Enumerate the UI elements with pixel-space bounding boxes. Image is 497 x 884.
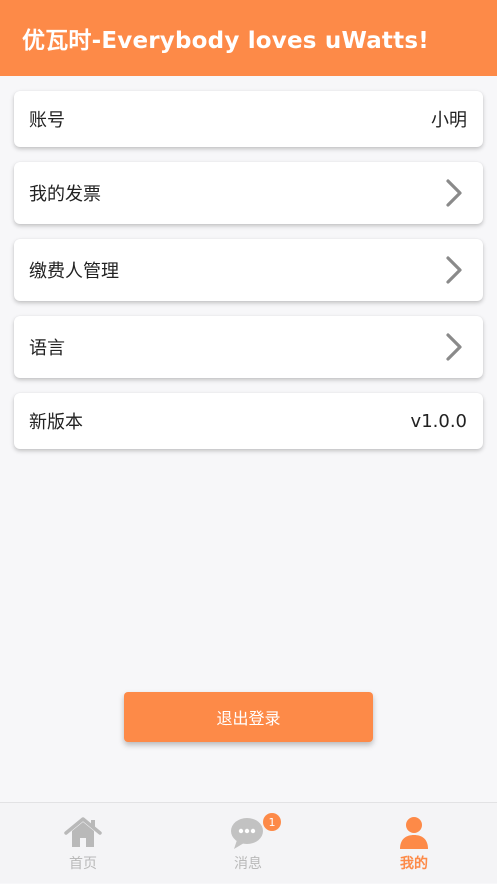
logout-button[interactable]: 退出登录 (124, 692, 373, 742)
unread-badge: 1 (263, 813, 281, 831)
language-label: 语言 (29, 338, 65, 359)
chevron-right-icon (441, 177, 467, 209)
version-label: 新版本 (29, 412, 83, 433)
tab-messages-label: 消息 (234, 856, 262, 872)
version-row[interactable]: 新版本 v1.0.0 (14, 393, 483, 449)
account-value: 小明 (431, 110, 467, 131)
invoice-row[interactable]: 我的发票 (14, 162, 483, 224)
bottom-tab-bar: 首页 1 消息 我的 (0, 802, 497, 883)
tab-home-label: 首页 (69, 856, 97, 872)
app-header: 优瓦时-Everybody loves uWatts! (0, 0, 497, 76)
tab-home[interactable]: 首页 (0, 803, 166, 884)
person-icon (398, 815, 430, 851)
payer-management-label: 缴费人管理 (29, 261, 119, 282)
tab-mine[interactable]: 我的 (331, 803, 497, 884)
home-icon (63, 815, 103, 851)
tab-messages[interactable]: 1 消息 (165, 803, 331, 884)
invoice-label: 我的发票 (29, 184, 101, 205)
tab-mine-label: 我的 (400, 856, 428, 872)
chat-bubble-icon: 1 (229, 813, 281, 851)
version-value: v1.0.0 (410, 410, 467, 432)
language-row[interactable]: 语言 (14, 316, 483, 378)
page-title: 优瓦时-Everybody loves uWatts! (22, 28, 429, 54)
chevron-right-icon (441, 254, 467, 286)
payer-management-row[interactable]: 缴费人管理 (14, 239, 483, 301)
chevron-right-icon (441, 331, 467, 363)
account-row[interactable]: 账号 小明 (14, 91, 483, 147)
account-label: 账号 (29, 110, 65, 131)
